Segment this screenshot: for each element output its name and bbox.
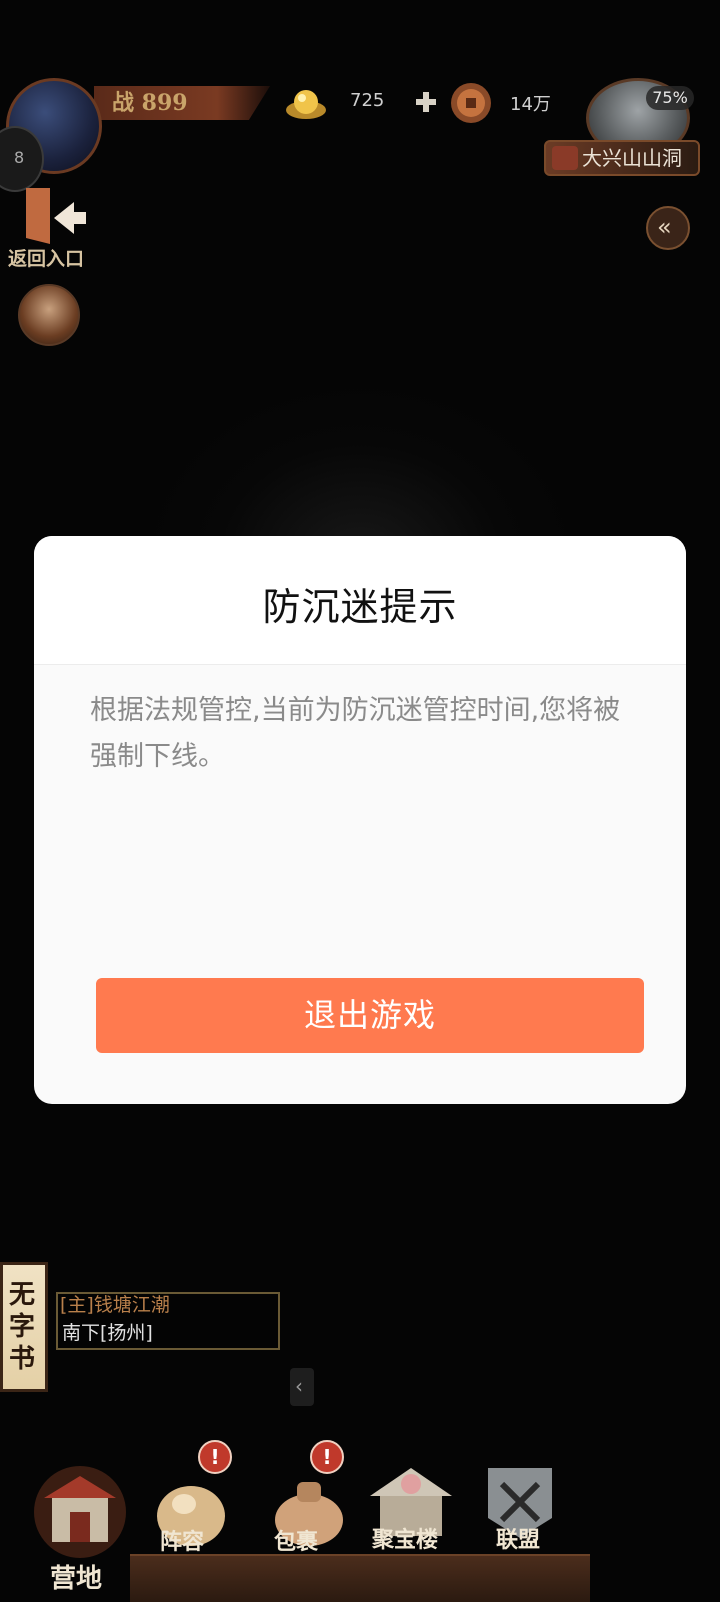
power-value: 战 899 [112, 90, 188, 116]
dialog-message: 根据法规管控,当前为防沉迷管控时间,您将被强制下线。 [90, 695, 621, 772]
chevron-left-icon: « [657, 213, 672, 241]
quest-title[interactable]: [主]钱塘江潮 [60, 1290, 170, 1317]
nav-lineup-label: 阵容 [160, 1529, 205, 1555]
side-menu-count: 8 [14, 148, 25, 167]
wordless-book-label: 无字书 [9, 1280, 36, 1374]
copper-coin-icon [451, 83, 491, 123]
collapse-quest-tab[interactable]: ‹ [290, 1368, 314, 1406]
exit-door-icon [552, 146, 578, 170]
nav-treasure-house[interactable]: 聚宝楼 [366, 1462, 466, 1582]
lineup-alert-badge: ! [198, 1440, 232, 1474]
return-entrance-icon[interactable] [20, 188, 86, 250]
return-entrance-label[interactable]: 返回入口 [8, 244, 84, 271]
exit-game-button[interactable]: 退出游戏 [96, 978, 644, 1053]
nav-treasure-house-label: 聚宝楼 [372, 1527, 439, 1553]
location-label: 大兴山山洞 [582, 146, 682, 170]
plus-icon[interactable] [414, 90, 438, 114]
collapse-right-button[interactable]: « [646, 206, 690, 250]
nav-lineup[interactable]: ! 阵容 [146, 1440, 256, 1560]
npc-avatar[interactable] [18, 284, 80, 346]
nav-inventory-label: 包裹 [274, 1529, 319, 1555]
nav-camp[interactable]: 营地 [30, 1458, 130, 1600]
nav-alliance[interactable]: 联盟 [480, 1462, 570, 1582]
inventory-alert-badge: ! [310, 1440, 344, 1474]
chevron-left-icon: ‹ [295, 1374, 303, 1398]
coin-amount: 14万 [510, 94, 551, 115]
gold-ingot-icon [286, 90, 326, 119]
location-tag[interactable]: 大兴山山洞 [544, 140, 700, 176]
nav-camp-label: 营地 [50, 1564, 103, 1594]
anti-addiction-dialog: 防沉迷提示 根据法规管控,当前为防沉迷管控时间,您将被强制下线。 退出游戏 [34, 536, 686, 1104]
dialog-title: 防沉迷提示 [262, 585, 458, 629]
dialog-header: 防沉迷提示 [34, 536, 686, 665]
nav-inventory[interactable]: ! 包裹 [264, 1440, 374, 1560]
gold-amount: 725 [350, 90, 385, 111]
camp-gate-icon [34, 1466, 126, 1558]
quest-subtitle[interactable]: 南下[扬州] [62, 1318, 153, 1345]
nav-alliance-label: 联盟 [496, 1527, 541, 1553]
map-progress: 75% [646, 86, 694, 110]
wordless-book-button[interactable]: 无字书 [0, 1262, 48, 1392]
